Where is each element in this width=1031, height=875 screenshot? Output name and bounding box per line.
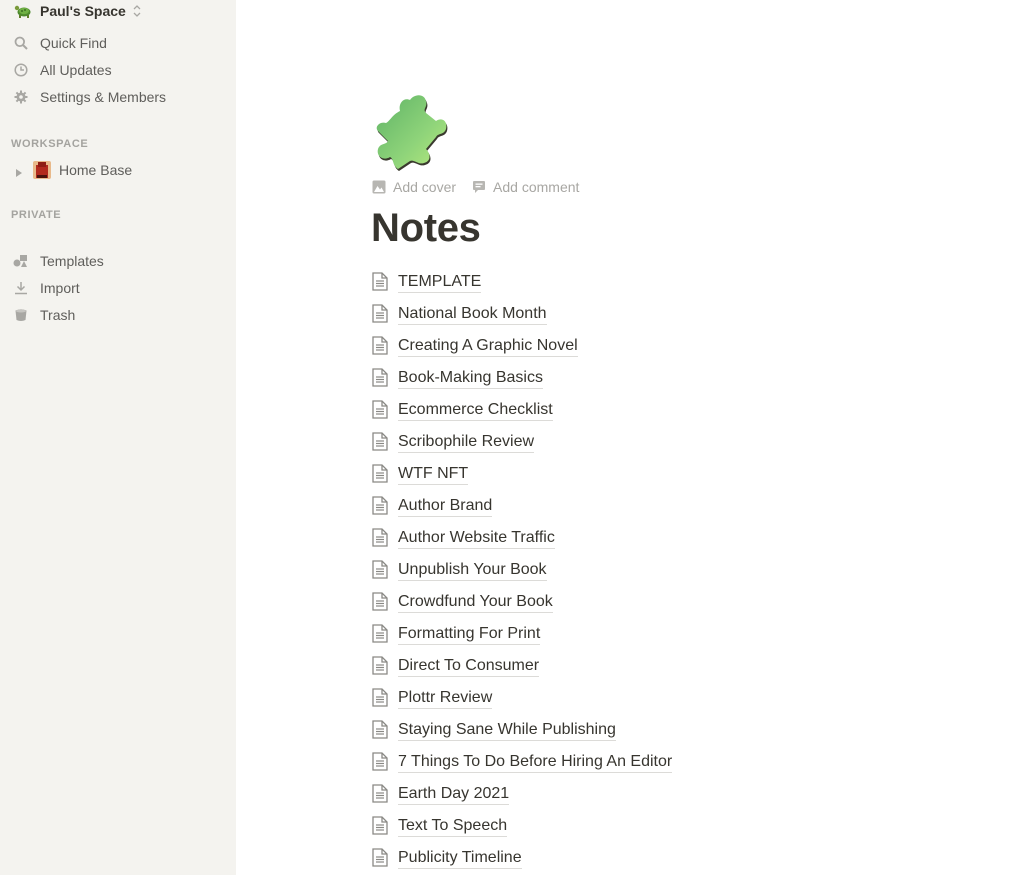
sidebar-footer-nav: Templates Import Trash xyxy=(0,247,236,328)
subpage-link[interactable]: Direct To Consumer xyxy=(372,650,672,682)
add-cover-label: Add cover xyxy=(393,179,457,195)
subpage-link[interactable]: Text To Speech xyxy=(372,810,672,842)
sidebar-item-import[interactable]: Import xyxy=(0,274,236,301)
page-emoji-icon xyxy=(33,161,51,179)
subpage-title: WTF NFT xyxy=(398,464,469,485)
subpage-title: Book-Making Basics xyxy=(398,368,543,389)
subpage-title: TEMPLATE xyxy=(398,272,482,293)
page-title[interactable]: Notes xyxy=(371,206,481,251)
document-icon xyxy=(372,752,390,772)
document-icon xyxy=(372,304,390,324)
sidebar-item-label: Templates xyxy=(40,252,104,269)
document-icon xyxy=(372,528,390,548)
trash-icon xyxy=(13,307,29,323)
document-icon xyxy=(372,368,390,388)
subpage-link[interactable]: Unpublish Your Book xyxy=(372,554,672,586)
document-icon xyxy=(372,400,390,420)
sidebar-item-label: Settings & Members xyxy=(40,88,167,105)
subpage-link[interactable]: Author Website Traffic xyxy=(372,522,672,554)
document-icon xyxy=(372,688,390,708)
subpage-title: Direct To Consumer xyxy=(398,656,540,677)
subpage-link[interactable]: Scribophile Review xyxy=(372,426,672,458)
subpage-title: Author Website Traffic xyxy=(398,528,555,549)
subpage-title: Formatting For Print xyxy=(398,624,541,645)
subpage-title: Earth Day 2021 xyxy=(398,784,510,805)
sidebar-item-templates[interactable]: Templates xyxy=(0,247,236,274)
subpage-title: Text To Speech xyxy=(398,816,508,837)
templates-icon xyxy=(13,253,29,269)
document-icon xyxy=(372,336,390,356)
sidebar-item-label: All Updates xyxy=(40,61,112,78)
import-icon xyxy=(13,280,29,296)
document-icon xyxy=(372,848,390,868)
subpage-link[interactable]: Book-Making Basics xyxy=(372,362,672,394)
sidebar: Paul's Space Quick Find All Updates Sett… xyxy=(0,0,236,875)
sidebar-page-label: Home Base xyxy=(59,162,133,178)
document-icon xyxy=(372,624,390,644)
document-icon xyxy=(372,496,390,516)
document-icon xyxy=(372,560,390,580)
sidebar-item-label: Trash xyxy=(40,306,76,323)
document-icon xyxy=(372,784,390,804)
section-label-private: PRIVATE xyxy=(11,209,62,221)
gear-icon xyxy=(13,89,29,105)
subpage-title: 7 Things To Do Before Hiring An Editor xyxy=(398,752,673,773)
subpage-link[interactable]: 7 Things To Do Before Hiring An Editor xyxy=(372,746,673,778)
section-label-workspace: WORKSPACE xyxy=(11,138,89,150)
subpage-link[interactable]: Author Brand xyxy=(372,490,672,522)
subpage-link[interactable]: Crowdfund Your Book xyxy=(372,586,672,618)
subpage-link[interactable]: Staying Sane While Publishing xyxy=(372,714,672,746)
page-content: Add cover Add comment Notes TEMPLATE Nat… xyxy=(236,0,1031,875)
chevron-updown-icon xyxy=(132,4,142,18)
subpage-title: Crowdfund Your Book xyxy=(398,592,553,613)
subpage-link[interactable]: Earth Day 2021 xyxy=(372,778,672,810)
document-icon xyxy=(372,592,390,612)
sidebar-item-settings-members[interactable]: Settings & Members xyxy=(0,83,236,110)
sidebar-item-trash[interactable]: Trash xyxy=(0,301,236,328)
subpage-link[interactable]: WTF NFT xyxy=(372,458,672,490)
subpage-list: TEMPLATE National Book Month Creating A … xyxy=(372,266,673,874)
workspace-switcher[interactable]: Paul's Space xyxy=(0,0,142,22)
clock-icon xyxy=(13,62,29,78)
add-cover-button[interactable]: Add cover xyxy=(372,179,456,195)
turtle-icon xyxy=(13,1,33,21)
subpage-link[interactable]: Plottr Review xyxy=(372,682,672,714)
document-icon xyxy=(372,272,390,292)
page-actions: Add cover Add comment xyxy=(372,179,579,195)
subpage-title: Ecommerce Checklist xyxy=(398,400,553,421)
subpage-link[interactable]: Ecommerce Checklist xyxy=(372,394,672,426)
sidebar-item-label: Import xyxy=(40,279,80,296)
subpage-link[interactable]: National Book Month xyxy=(372,298,672,330)
document-icon xyxy=(372,656,390,676)
subpage-link[interactable]: Creating A Graphic Novel xyxy=(372,330,672,362)
subpage-link[interactable]: Publicity Timeline xyxy=(372,842,672,874)
add-comment-button[interactable]: Add comment xyxy=(472,179,579,195)
add-comment-label: Add comment xyxy=(493,179,580,195)
workspace-name: Paul's Space xyxy=(40,3,126,19)
image-icon xyxy=(372,180,386,194)
sidebar-nav: Quick Find All Updates Settings & Member… xyxy=(0,29,236,110)
document-icon xyxy=(372,720,390,740)
subpage-title: Publicity Timeline xyxy=(398,848,522,869)
subpage-title: Scribophile Review xyxy=(398,432,535,453)
subpage-link[interactable]: Formatting For Print xyxy=(372,618,672,650)
subpage-link[interactable]: TEMPLATE xyxy=(372,266,672,298)
sidebar-item-quick-find[interactable]: Quick Find xyxy=(0,29,236,56)
document-icon xyxy=(372,432,390,452)
subpage-title: Unpublish Your Book xyxy=(398,560,547,581)
sidebar-item-all-updates[interactable]: All Updates xyxy=(0,56,236,83)
document-icon xyxy=(372,464,390,484)
puzzle-piece-icon[interactable] xyxy=(370,91,452,171)
subpage-title: Author Brand xyxy=(398,496,493,517)
sidebar-page-home-base[interactable]: Home Base xyxy=(0,159,236,181)
sidebar-item-label: Quick Find xyxy=(40,34,107,51)
subpage-title: Staying Sane While Publishing xyxy=(398,720,616,741)
subpage-title: Creating A Graphic Novel xyxy=(398,336,578,357)
search-icon xyxy=(13,35,29,51)
subpage-title: National Book Month xyxy=(398,304,547,325)
expand-arrow-icon[interactable] xyxy=(14,165,24,177)
subpage-title: Plottr Review xyxy=(398,688,493,709)
comment-icon xyxy=(472,180,486,194)
document-icon xyxy=(372,816,390,836)
